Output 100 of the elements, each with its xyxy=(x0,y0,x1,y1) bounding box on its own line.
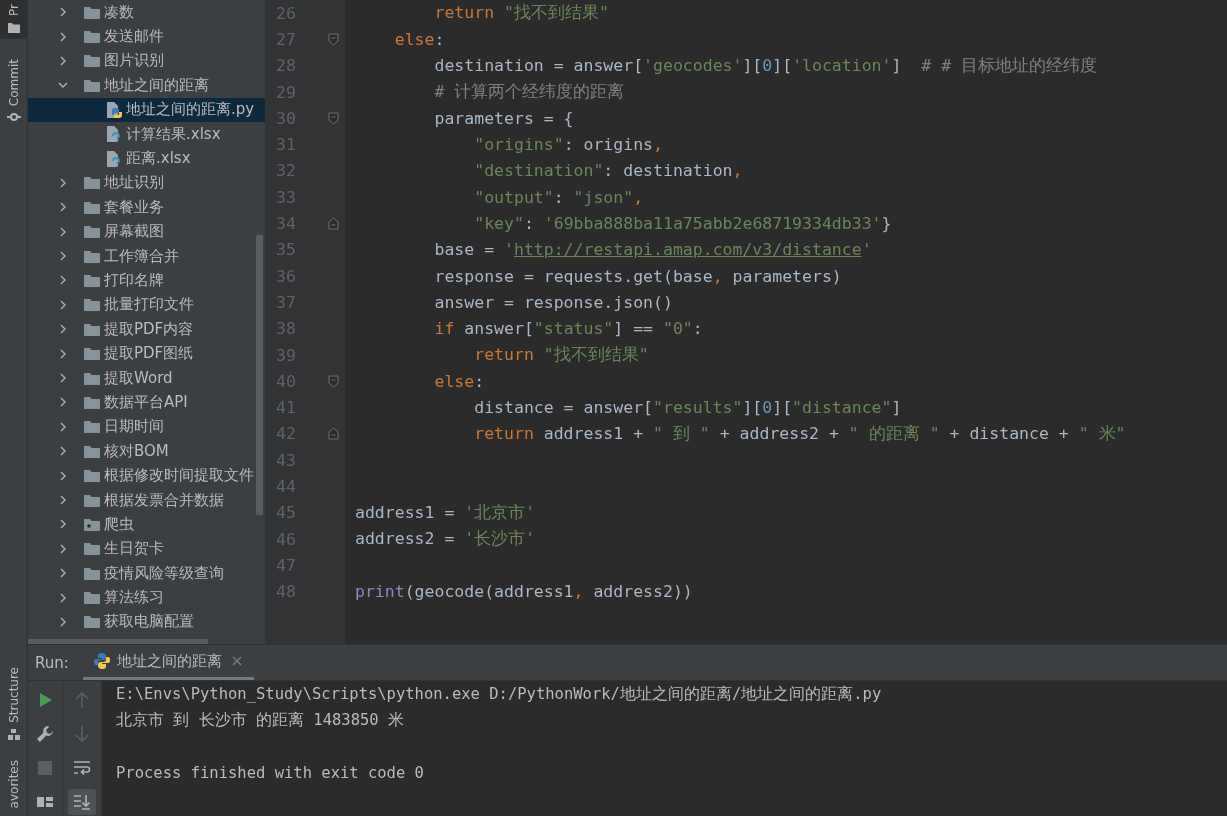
folder-icon xyxy=(84,444,100,458)
fold-icon[interactable] xyxy=(327,217,339,230)
folder-icon xyxy=(84,420,100,434)
code-line: print(geocode(address1, address2)) xyxy=(354,582,693,602)
tree-item[interactable]: 提取PDF内容 xyxy=(28,317,265,342)
folder-icon xyxy=(84,274,100,287)
tool-window-tab[interactable]: avorites xyxy=(0,755,27,814)
folder-icon xyxy=(84,493,100,507)
code-line: "output": "json", xyxy=(473,187,644,207)
folder-icon xyxy=(84,176,100,190)
code-line: if answer["status"] == "0": xyxy=(433,319,703,339)
tree-item[interactable]: 生日贺卡 xyxy=(28,536,265,561)
python-file-icon xyxy=(106,101,122,118)
tree-item[interactable]: 打印名牌 xyxy=(28,268,265,293)
structure-icon xyxy=(7,728,20,740)
folder-icon xyxy=(84,5,100,19)
folder-icon xyxy=(84,542,100,556)
folder-icon xyxy=(84,347,100,361)
tree-item[interactable]: 爬虫 xyxy=(28,512,265,537)
chevron-right-icon xyxy=(58,299,68,310)
code-line: destination = answer['geocodes'][0]['location'] # # 目标地址的经纬度 xyxy=(433,54,1098,77)
tree-item[interactable]: 疫情风险等级查询 xyxy=(28,561,265,586)
tree-item[interactable]: 数据平台API xyxy=(28,390,265,415)
panel-title: Run: xyxy=(34,652,70,674)
folder-icon xyxy=(84,591,100,605)
folder-icon xyxy=(84,469,100,483)
tree-item[interactable]: 图片识别 xyxy=(28,48,265,74)
tree-item[interactable]: 发送邮件 xyxy=(28,24,265,49)
chevron-right-icon xyxy=(58,397,68,408)
tool-window-tab[interactable]: Commit xyxy=(0,54,27,129)
scrollbar[interactable] xyxy=(28,639,208,644)
unknown-file-icon xyxy=(106,150,122,167)
chevron-right-icon xyxy=(58,251,68,262)
chevron-right-icon xyxy=(58,421,68,432)
chevron-right-icon xyxy=(58,616,68,627)
tree-item[interactable]: 批量打印文件 xyxy=(28,292,265,318)
tree-item[interactable]: 获取电脑配置 xyxy=(28,609,265,635)
code-line: distance = answer["results"][0]["distance"] xyxy=(473,398,902,418)
folder-icon xyxy=(84,322,100,336)
folder-icon xyxy=(84,225,100,239)
folder-icon xyxy=(84,54,100,68)
tree-item[interactable]: 工作簿合并 xyxy=(28,243,265,269)
tree-item[interactable]: 地址识别 xyxy=(28,170,265,196)
scroll-to-end-icon[interactable] xyxy=(73,794,91,810)
code-line: response = requests.get(base, parameters) xyxy=(433,266,842,286)
chevron-right-icon xyxy=(58,275,68,286)
unknown-file-icon xyxy=(106,126,122,143)
layout-icon[interactable] xyxy=(37,797,53,807)
chevron-right-icon xyxy=(58,55,68,66)
chevron-right-icon xyxy=(58,446,68,457)
code-line: return "找不到结果" xyxy=(473,344,649,366)
folder-icon xyxy=(84,395,100,409)
tree-item[interactable]: 算法练习 xyxy=(28,585,265,610)
code-line: answer = response.json() xyxy=(433,292,673,312)
tree-item[interactable]: 距离.xlsx xyxy=(28,146,265,171)
tree-item[interactable]: 日期时间 xyxy=(28,414,265,440)
package-folder-icon xyxy=(84,517,100,531)
tree-item[interactable]: 计算结果.xlsx xyxy=(28,121,265,147)
tree-item[interactable]: 核对BOM xyxy=(28,439,265,464)
code-line: parameters = { xyxy=(433,108,574,128)
chevron-right-icon xyxy=(58,373,68,384)
chevron-right-icon xyxy=(58,226,68,237)
chevron-right-icon xyxy=(58,202,68,213)
tree-item[interactable]: 凑数 xyxy=(28,0,265,25)
code-line: else: xyxy=(393,29,445,49)
console-line: Process finished with exit code 0 xyxy=(116,762,425,784)
fold-icon[interactable] xyxy=(327,427,339,441)
tool-window-tab[interactable]: Pr xyxy=(0,0,27,39)
tree-item[interactable]: 套餐业务 xyxy=(28,195,265,220)
code-line: else: xyxy=(433,371,485,391)
fold-icon[interactable] xyxy=(327,111,339,125)
scrollbar[interactable] xyxy=(256,235,263,515)
fold-icon[interactable] xyxy=(327,32,339,46)
tool-window-tab[interactable]: Structure xyxy=(0,662,27,746)
code-line: base = 'http://restapi.amap.com/v3/distance' xyxy=(433,240,872,260)
wrench-icon[interactable] xyxy=(36,725,54,743)
chevron-right-icon xyxy=(58,31,68,42)
soft-wrap-icon[interactable] xyxy=(73,760,91,776)
close-icon[interactable] xyxy=(231,656,242,666)
folder-icon xyxy=(7,21,20,33)
code-line: "key": '69bba888ba11a75abb2e68719334db33'} xyxy=(473,214,892,233)
commit-icon xyxy=(6,112,21,123)
run-tab[interactable]: 地址之间的距离 xyxy=(82,645,254,680)
fold-icon[interactable] xyxy=(327,374,339,388)
tree-item[interactable]: 屏幕截图 xyxy=(28,219,265,244)
tree-item[interactable]: 地址之间的距离 xyxy=(28,73,265,98)
tree-item[interactable]: 根据发票合并数据 xyxy=(28,487,265,513)
folder-icon xyxy=(84,298,100,312)
tree-item[interactable]: 地址之间的距离.py xyxy=(28,97,265,122)
tree-item[interactable]: 提取PDF图纸 xyxy=(28,341,265,366)
console-line: 北京市 到 长沙市 的距离 1483850 米 xyxy=(116,710,405,732)
tree-item[interactable]: 提取Word xyxy=(28,365,265,391)
tree-item[interactable]: 根据修改时间提取文件 xyxy=(28,463,265,488)
python-icon xyxy=(92,652,111,670)
chevron-right-icon xyxy=(58,348,68,359)
run-icon[interactable] xyxy=(37,692,53,708)
folder-icon xyxy=(84,249,100,263)
chevron-right-icon xyxy=(58,7,68,18)
code-line: address1 = '北京市' xyxy=(354,501,536,524)
folder-icon xyxy=(84,371,100,385)
